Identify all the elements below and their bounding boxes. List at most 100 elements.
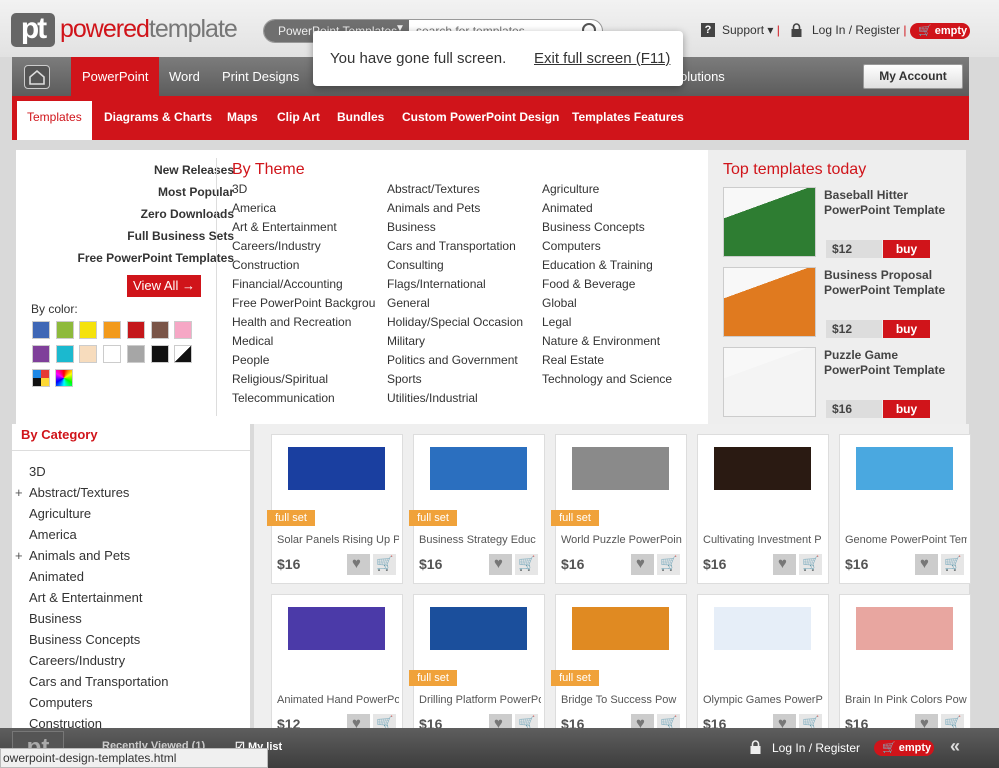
- product-thumbnail[interactable]: [714, 447, 811, 519]
- theme-link[interactable]: Utilities/Industrial: [387, 391, 478, 405]
- product-card[interactable]: Animated Hand PowerPo $12 ♥ 🛒: [271, 594, 403, 744]
- category-link[interactable]: 3D: [29, 464, 46, 479]
- expand-plus-icon[interactable]: +: [15, 485, 23, 500]
- product-name[interactable]: Bridge To Success Pow: [561, 694, 683, 706]
- buy-button[interactable]: buy: [883, 320, 930, 338]
- subnav-templates-features[interactable]: Templates Features: [562, 96, 694, 140]
- theme-link[interactable]: Education & Training: [542, 258, 653, 272]
- category-link[interactable]: Art & Entertainment: [29, 590, 142, 605]
- product-name[interactable]: Genome PowerPoint Tem: [845, 534, 967, 546]
- nav-item-solutions[interactable]: olutions: [680, 57, 725, 96]
- buy-button[interactable]: buy: [883, 400, 930, 418]
- my-account-button[interactable]: My Account: [863, 64, 963, 89]
- theme-link[interactable]: Flags/International: [387, 277, 486, 291]
- add-to-cart-icon[interactable]: 🛒: [657, 554, 680, 575]
- subnav-templates[interactable]: Templates: [17, 101, 92, 140]
- product-name[interactable]: Animated Hand PowerPo: [277, 694, 399, 706]
- theme-link[interactable]: Holiday/Special Occasion: [387, 315, 523, 329]
- logo-mark[interactable]: pt: [11, 13, 55, 47]
- product-card[interactable]: Genome PowerPoint Tem $16 ♥ 🛒: [839, 434, 971, 584]
- color-swatch-rainbow[interactable]: [55, 369, 73, 387]
- theme-link[interactable]: Medical: [232, 334, 273, 348]
- category-link[interactable]: America: [29, 527, 77, 542]
- theme-link[interactable]: Telecommunication: [232, 391, 335, 405]
- template-name-line2[interactable]: PowerPoint Template: [824, 363, 945, 378]
- theme-link[interactable]: Business: [387, 220, 436, 234]
- template-name-line1[interactable]: Puzzle Game: [824, 348, 898, 363]
- product-thumbnail[interactable]: [856, 607, 953, 679]
- theme-link[interactable]: Financial/Accounting: [232, 277, 343, 291]
- color-swatch[interactable]: [150, 321, 169, 339]
- product-thumbnail[interactable]: [714, 607, 811, 679]
- favorite-heart-icon[interactable]: ♥: [347, 554, 370, 575]
- category-link[interactable]: Animals and Pets: [29, 548, 130, 563]
- color-swatch-multi[interactable]: [32, 369, 50, 387]
- product-name[interactable]: Brain In Pink Colors Pow: [845, 694, 967, 706]
- subnav-clip-art[interactable]: Clip Art: [267, 96, 330, 140]
- theme-link[interactable]: General: [387, 296, 430, 310]
- link-new-releases[interactable]: New Releases: [154, 163, 234, 177]
- color-swatch[interactable]: [126, 321, 145, 339]
- template-thumbnail[interactable]: [723, 267, 816, 337]
- theme-link[interactable]: Nature & Environment: [542, 334, 660, 348]
- add-to-cart-icon[interactable]: 🛒: [515, 554, 538, 575]
- buy-button[interactable]: buy: [883, 240, 930, 258]
- favorite-heart-icon[interactable]: ♥: [773, 554, 796, 575]
- product-thumbnail[interactable]: [430, 607, 527, 679]
- theme-link[interactable]: Animals and Pets: [387, 201, 480, 215]
- color-swatch[interactable]: [126, 345, 145, 363]
- theme-link[interactable]: 3D: [232, 182, 247, 196]
- product-card[interactable]: Cultivating Investment P $16 ♥ 🛒: [697, 434, 829, 584]
- login-register-link-bottom[interactable]: Log In / Register: [772, 741, 860, 755]
- add-to-cart-icon[interactable]: 🛒: [799, 554, 822, 575]
- exit-fullscreen-link[interactable]: Exit full screen (F11): [534, 50, 670, 67]
- theme-link[interactable]: Animated: [542, 201, 593, 215]
- theme-link[interactable]: Careers/Industry: [232, 239, 321, 253]
- logo-text[interactable]: poweredtemplate: [60, 13, 238, 45]
- theme-link[interactable]: Art & Entertainment: [232, 220, 337, 234]
- category-link[interactable]: Business Concepts: [29, 632, 140, 647]
- category-link[interactable]: Business: [29, 611, 82, 626]
- theme-link[interactable]: Abstract/Textures: [387, 182, 480, 196]
- view-all-button[interactable]: View All →: [127, 275, 201, 297]
- theme-link[interactable]: Food & Beverage: [542, 277, 635, 291]
- product-name[interactable]: Olympic Games PowerP: [703, 694, 825, 706]
- product-thumbnail[interactable]: [288, 607, 385, 679]
- product-thumbnail[interactable]: [856, 447, 953, 519]
- template-name-line1[interactable]: Baseball Hitter: [824, 188, 908, 203]
- support-menu[interactable]: Support ▾ |: [722, 23, 780, 37]
- color-swatch-bw[interactable]: [174, 345, 192, 363]
- theme-link[interactable]: Military: [387, 334, 425, 348]
- template-name-line2[interactable]: PowerPoint Template: [824, 203, 945, 218]
- nav-item-powerpoint[interactable]: PowerPoint: [71, 57, 160, 96]
- theme-link[interactable]: Construction: [232, 258, 299, 272]
- nav-item-word[interactable]: Word: [158, 57, 211, 96]
- product-card[interactable]: Brain In Pink Colors Pow $16 ♥ 🛒: [839, 594, 971, 744]
- theme-link[interactable]: Real Estate: [542, 353, 604, 367]
- product-thumbnail[interactable]: [572, 447, 669, 519]
- subnav-maps[interactable]: Maps: [217, 96, 268, 140]
- collapse-toolbar-icon[interactable]: «: [950, 736, 970, 760]
- theme-link[interactable]: Legal: [542, 315, 571, 329]
- subnav-custom-design[interactable]: Custom PowerPoint Design: [392, 96, 569, 140]
- expand-plus-icon[interactable]: +: [15, 548, 23, 563]
- subnav-bundles[interactable]: Bundles: [327, 96, 394, 140]
- favorite-heart-icon[interactable]: ♥: [915, 554, 938, 575]
- subnav-diagrams-charts[interactable]: Diagrams & Charts: [94, 96, 222, 140]
- theme-link[interactable]: People: [232, 353, 269, 367]
- product-name[interactable]: Drilling Platform PowerPo: [419, 694, 541, 706]
- color-swatch[interactable]: [32, 321, 50, 339]
- product-name[interactable]: Solar Panels Rising Up P: [277, 534, 399, 546]
- theme-link[interactable]: Technology and Science: [542, 372, 672, 386]
- category-link[interactable]: Cars and Transportation: [29, 674, 168, 689]
- color-swatch[interactable]: [150, 345, 169, 363]
- add-to-cart-icon[interactable]: 🛒: [373, 554, 396, 575]
- category-link[interactable]: Abstract/Textures: [29, 485, 129, 500]
- color-swatch[interactable]: [103, 345, 122, 363]
- color-swatch[interactable]: [103, 321, 122, 339]
- favorite-heart-icon[interactable]: ♥: [631, 554, 654, 575]
- product-thumbnail[interactable]: [430, 447, 527, 519]
- theme-link[interactable]: Consulting: [387, 258, 444, 272]
- theme-link[interactable]: Health and Recreation: [232, 315, 351, 329]
- product-name[interactable]: World Puzzle PowerPoin: [561, 534, 683, 546]
